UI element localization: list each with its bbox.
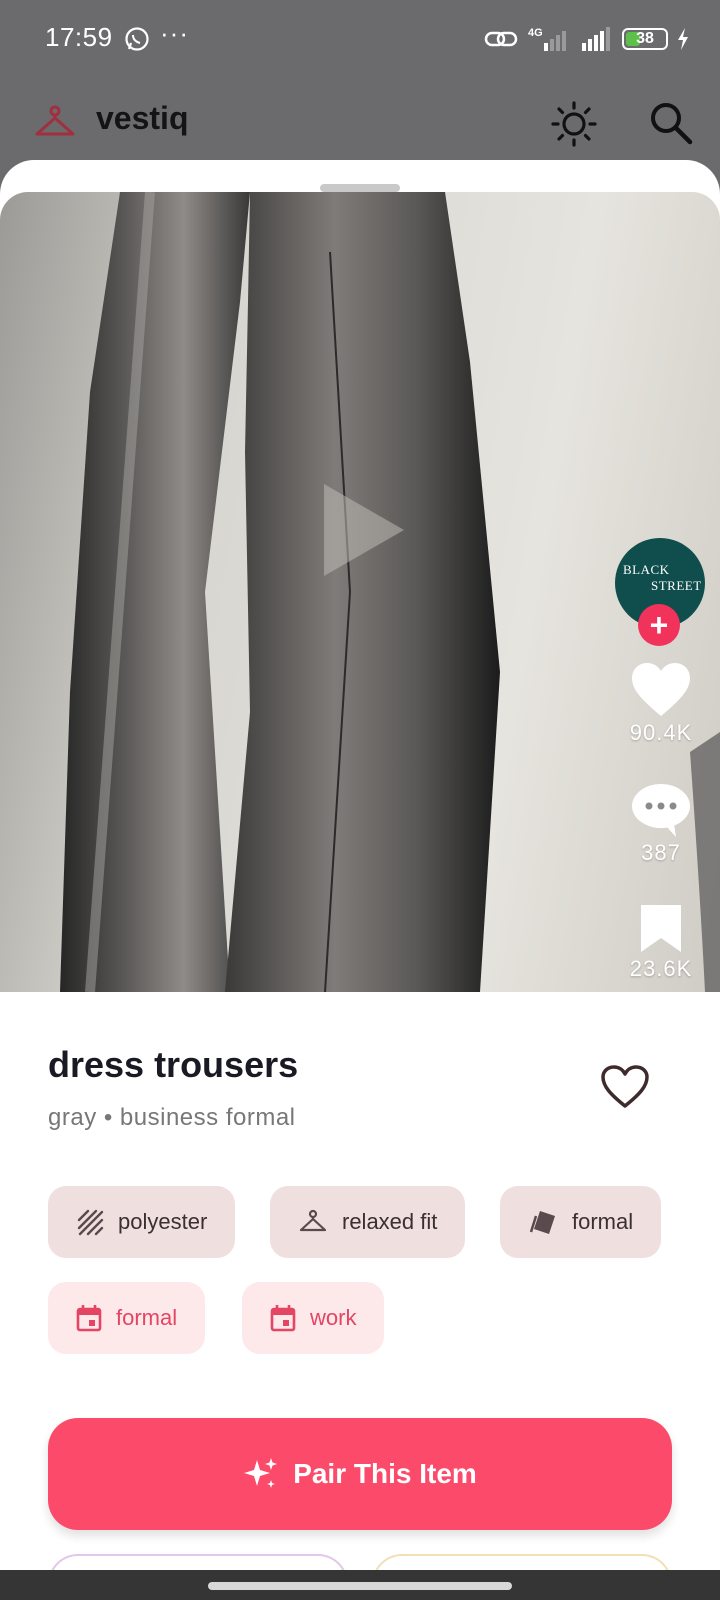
chip-occasion-formal[interactable]: formal: [48, 1282, 206, 1354]
chip-label: formal: [116, 1305, 178, 1330]
heart-icon: [632, 663, 690, 716]
status-bar: 17:59 ··· 4G 38: [0, 0, 720, 80]
system-nav-bar: [0, 1570, 720, 1600]
chip-relaxed-fit[interactable]: relaxed fit: [270, 1186, 466, 1258]
signal-4g-icon: 4G: [528, 27, 566, 51]
calendar-icon: [270, 1305, 296, 1332]
app-title: vestiq: [96, 100, 189, 136]
texture-icon: [77, 1209, 104, 1236]
comment-count: 387: [641, 840, 681, 865]
link-icon: [484, 31, 518, 47]
item-subtitle: gray • business formal: [48, 1104, 296, 1131]
chip-label: polyester: [118, 1209, 208, 1234]
item-name: dress trousers: [48, 1044, 299, 1085]
bookmark-icon: [641, 905, 681, 952]
chip-label: work: [310, 1305, 357, 1330]
item-detail-sheet: BLACK STREET + 90.4K 387 23.6K dress tro…: [0, 160, 720, 1600]
brand-name-line2: STREET: [651, 578, 702, 593]
chip-polyester[interactable]: polyester: [48, 1186, 236, 1258]
like-count: 90.4K: [629, 720, 693, 745]
signal-icon: [582, 27, 610, 51]
follow-button[interactable]: +: [638, 604, 680, 646]
app-bar: vestiq: [0, 80, 720, 160]
pair-item-button[interactable]: Pair This Item: [48, 1418, 672, 1530]
sparkle-icon: [244, 1458, 278, 1488]
save-action[interactable]: 23.6K: [614, 902, 708, 982]
product-photo: [60, 192, 720, 992]
sheet-drag-handle[interactable]: [320, 184, 400, 192]
save-count: 23.6K: [629, 956, 693, 981]
hanger-icon: [299, 1209, 327, 1232]
calendar-icon: [76, 1305, 102, 1332]
whatsapp-icon: [125, 27, 149, 51]
search-icon[interactable]: [648, 100, 694, 146]
chip-label: relaxed fit: [342, 1209, 438, 1234]
like-action[interactable]: 90.4K: [614, 662, 708, 746]
comment-icon: [632, 784, 690, 837]
chip-occasion-work[interactable]: work: [242, 1282, 385, 1354]
home-gesture-handle[interactable]: [208, 1582, 512, 1590]
svg-text:4G: 4G: [528, 27, 543, 39]
status-time: 17:59: [45, 22, 113, 52]
battery-icon: 38: [622, 28, 668, 50]
hanger-icon: [35, 105, 75, 136]
status-more-icon: ···: [160, 18, 189, 48]
play-icon[interactable]: [318, 480, 408, 580]
charging-icon: [678, 28, 688, 50]
pair-item-label: Pair This Item: [293, 1458, 477, 1489]
chip-formal-style[interactable]: formal: [500, 1186, 662, 1258]
style-icon: [529, 1211, 555, 1234]
battery-label: 38: [636, 30, 654, 47]
favorite-heart-icon[interactable]: [600, 1064, 650, 1110]
video-player[interactable]: BLACK STREET + 90.4K 387 23.6K: [0, 192, 720, 992]
comment-action[interactable]: 387: [614, 782, 708, 866]
brand-name-line1: BLACK: [623, 562, 670, 577]
chip-label: formal: [572, 1209, 634, 1234]
theme-toggle-icon[interactable]: [550, 100, 598, 148]
